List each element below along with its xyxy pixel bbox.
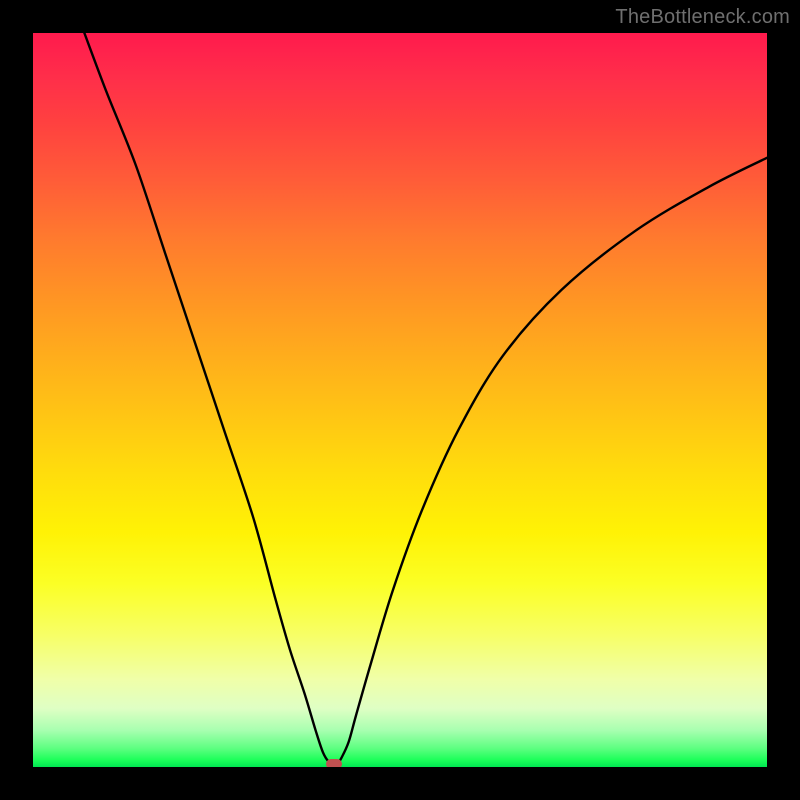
bottleneck-curve <box>33 33 767 767</box>
watermark-text: TheBottleneck.com <box>615 6 790 29</box>
chart-frame: TheBottleneck.com <box>0 0 800 800</box>
optimal-marker <box>326 759 342 767</box>
plot-area <box>33 33 767 767</box>
